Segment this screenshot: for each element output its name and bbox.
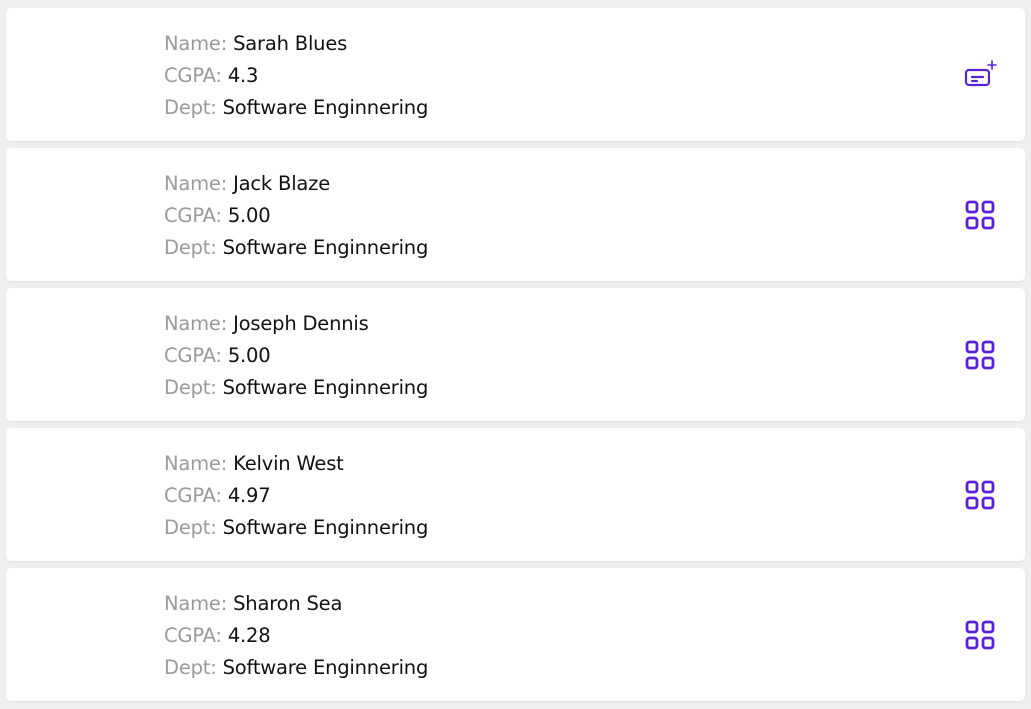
- card-plus-icon: [964, 59, 997, 86]
- cgpa-row: CGPA: 5.00: [164, 200, 428, 232]
- grid-view-button[interactable]: [963, 198, 997, 232]
- student-info: Name: Jack Blaze CGPA: 5.00 Dept: Softwa…: [164, 168, 428, 264]
- cgpa-label: CGPA:: [164, 204, 222, 227]
- student-card: Name: Kelvin West CGPA: 4.97 Dept: Softw…: [6, 428, 1025, 561]
- name-label: Name:: [164, 172, 228, 195]
- dept-label: Dept:: [164, 96, 217, 119]
- cgpa-label: CGPA:: [164, 64, 222, 87]
- cgpa-row: CGPA: 5.00: [164, 340, 428, 372]
- student-info: Name: Sharon Sea CGPA: 4.28 Dept: Softwa…: [164, 588, 428, 684]
- student-dept: Software Enginnering: [222, 376, 429, 399]
- grid-view-button[interactable]: [963, 338, 997, 372]
- student-name: Kelvin West: [233, 452, 344, 475]
- cgpa-label: CGPA:: [164, 484, 222, 507]
- name-label: Name:: [164, 312, 228, 335]
- grid-icon: [965, 340, 995, 369]
- grid-icon: [965, 480, 995, 509]
- grid-icon: [965, 200, 995, 229]
- student-cgpa: 4.28: [227, 624, 271, 647]
- student-cgpa: 5.00: [227, 344, 271, 367]
- student-card: Name: Jack Blaze CGPA: 5.00 Dept: Softwa…: [6, 148, 1025, 281]
- student-name: Joseph Dennis: [233, 312, 369, 335]
- name-label: Name:: [164, 32, 228, 55]
- student-card: Name: Sharon Sea CGPA: 4.28 Dept: Softwa…: [6, 568, 1025, 701]
- student-name: Sharon Sea: [233, 592, 343, 615]
- cgpa-label: CGPA:: [164, 344, 222, 367]
- name-label: Name:: [164, 452, 228, 475]
- dept-row: Dept: Software Enginnering: [164, 92, 428, 124]
- name-row: Name: Sharon Sea: [164, 588, 428, 620]
- student-dept: Software Enginnering: [222, 656, 429, 679]
- name-row: Name: Joseph Dennis: [164, 308, 428, 340]
- student-name: Sarah Blues: [233, 32, 348, 55]
- dept-label: Dept:: [164, 516, 217, 539]
- cgpa-row: CGPA: 4.3: [164, 60, 428, 92]
- student-name: Jack Blaze: [233, 172, 330, 195]
- name-row: Name: Sarah Blues: [164, 28, 428, 60]
- dept-row: Dept: Software Enginnering: [164, 652, 428, 684]
- student-info: Name: Kelvin West CGPA: 4.97 Dept: Softw…: [164, 448, 428, 544]
- cgpa-row: CGPA: 4.97: [164, 480, 428, 512]
- student-cgpa: 5.00: [227, 204, 271, 227]
- grid-view-button[interactable]: [963, 618, 997, 652]
- student-dept: Software Enginnering: [222, 236, 429, 259]
- name-row: Name: Kelvin West: [164, 448, 428, 480]
- student-info: Name: Joseph Dennis CGPA: 5.00 Dept: Sof…: [164, 308, 428, 404]
- student-dept: Software Enginnering: [222, 96, 429, 119]
- student-dept: Software Enginnering: [222, 516, 429, 539]
- name-label: Name:: [164, 592, 228, 615]
- add-card-button[interactable]: [963, 58, 997, 92]
- grid-icon: [965, 620, 995, 649]
- dept-row: Dept: Software Enginnering: [164, 372, 428, 404]
- student-card: Name: Sarah Blues CGPA: 4.3 Dept: Softwa…: [6, 8, 1025, 141]
- dept-row: Dept: Software Enginnering: [164, 232, 428, 264]
- student-cgpa: 4.3: [227, 64, 259, 87]
- dept-label: Dept:: [164, 376, 217, 399]
- dept-label: Dept:: [164, 236, 217, 259]
- name-row: Name: Jack Blaze: [164, 168, 428, 200]
- cgpa-row: CGPA: 4.28: [164, 620, 428, 652]
- dept-row: Dept: Software Enginnering: [164, 512, 428, 544]
- dept-label: Dept:: [164, 656, 217, 679]
- student-list: Name: Sarah Blues CGPA: 4.3 Dept: Softwa…: [6, 8, 1025, 708]
- student-cgpa: 4.97: [227, 484, 271, 507]
- student-card: Name: Joseph Dennis CGPA: 5.00 Dept: Sof…: [6, 288, 1025, 421]
- grid-view-button[interactable]: [963, 478, 997, 512]
- cgpa-label: CGPA:: [164, 624, 222, 647]
- student-info: Name: Sarah Blues CGPA: 4.3 Dept: Softwa…: [164, 28, 428, 124]
